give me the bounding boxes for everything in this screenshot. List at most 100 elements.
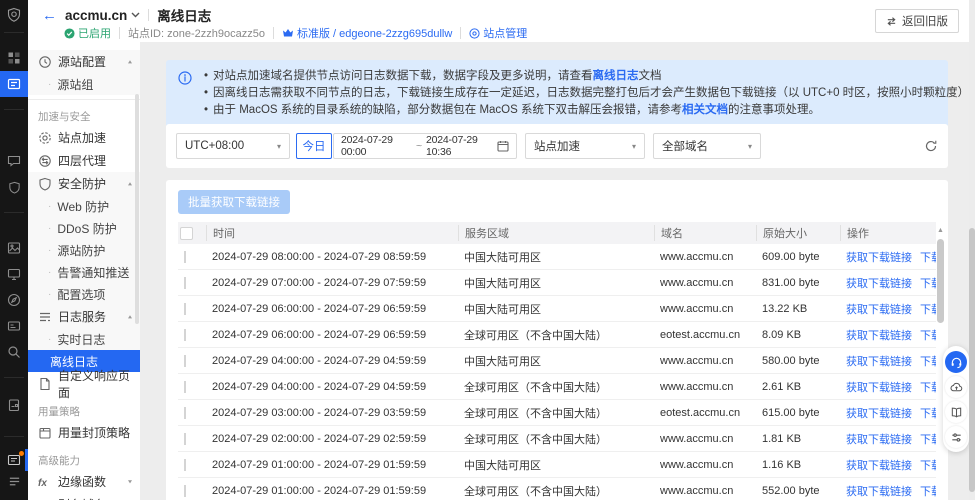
cell-region: 全球可用区（不含中国大陆） (464, 433, 607, 446)
sidebar-item[interactable]: 别名域名 (28, 493, 140, 500)
banner-doc-link[interactable]: 离线日志 (593, 70, 639, 82)
row-checkbox[interactable] (184, 302, 186, 315)
feedback-cloud-button[interactable] (945, 376, 967, 398)
site-name-label: accmu.cn (65, 7, 128, 23)
get-download-link-action[interactable]: 获取下载链接 (846, 434, 912, 446)
select-all-checkbox[interactable] (180, 226, 193, 240)
row-checkbox[interactable] (184, 276, 186, 289)
settings-circle-icon[interactable] (0, 493, 28, 500)
cell-actions: 获取下载链接下载 (840, 483, 936, 499)
sidebar-subitem[interactable]: · Web 防护 (28, 195, 140, 217)
menu-icon[interactable] (0, 468, 28, 494)
sidebar-subitem[interactable]: · 源站防护 (28, 239, 140, 261)
date-range-picker[interactable]: 2024-07-29 00:00 ~ 2024-07-29 10:36 (333, 133, 517, 159)
sidebar-subitem[interactable]: · DDoS 防护 (28, 217, 140, 239)
compass-icon[interactable] (0, 287, 28, 313)
monitor-icon[interactable] (0, 261, 28, 287)
row-checkbox[interactable] (184, 406, 186, 419)
row-checkbox[interactable] (184, 354, 186, 367)
docs-book-button[interactable] (945, 401, 967, 423)
site-manage-link[interactable]: 站点管理 (469, 25, 527, 41)
get-download-link-action[interactable]: 获取下载链接 (846, 460, 912, 472)
get-download-link-action[interactable]: 获取下载链接 (846, 408, 912, 420)
row-checkbox[interactable] (184, 484, 186, 497)
bullet-icon: · (48, 200, 52, 212)
get-download-link-action[interactable]: 获取下载链接 (846, 252, 912, 264)
get-download-link-action[interactable]: 获取下载链接 (846, 356, 912, 368)
app-grid-icon[interactable] (0, 45, 28, 71)
clipboard-icon[interactable] (0, 392, 28, 418)
row-checkbox[interactable] (184, 432, 186, 445)
sidebar-subitem[interactable]: · 配置选项 (28, 283, 140, 305)
row-checkbox[interactable] (184, 328, 186, 341)
download-action[interactable]: 下载 (920, 252, 936, 264)
get-download-link-action[interactable]: 获取下载链接 (846, 278, 912, 290)
row-checkbox[interactable] (184, 458, 186, 471)
sidebar-subitem-label: DDoS 防护 (57, 221, 117, 236)
cell-time: 2024-07-29 07:00:00 - 2024-07-29 07:59:5… (212, 276, 427, 289)
settings-sliders-button[interactable] (945, 426, 967, 448)
cell-time: 2024-07-29 06:00:00 - 2024-07-29 06:59:5… (212, 302, 427, 315)
download-action[interactable]: 下载 (920, 356, 936, 368)
get-download-link-action[interactable]: 获取下载链接 (846, 330, 912, 342)
cell-region: 全球可用区（不含中国大陆） (464, 329, 607, 342)
download-action[interactable]: 下载 (920, 304, 936, 316)
download-action[interactable]: 下载 (920, 330, 936, 342)
download-action[interactable]: 下载 (920, 486, 936, 498)
site-switcher[interactable]: accmu.cn (65, 8, 140, 23)
sidebar-item[interactable]: 自定义响应页面 (28, 369, 140, 400)
sidebar-divider (28, 99, 140, 100)
sidebar-subitem[interactable]: · 告警通知推送 (28, 261, 140, 283)
sidebar-item[interactable]: 日志服务 ▴ (28, 305, 140, 328)
back-button[interactable]: ← (42, 7, 57, 24)
page-scrollbar-thumb[interactable] (969, 228, 975, 492)
sidebar-scrollbar[interactable] (135, 94, 139, 324)
id-card-icon[interactable] (0, 313, 28, 339)
sidebar-item[interactable]: 源站配置 ▴ (28, 50, 140, 73)
domain-select[interactable]: 全部域名 ▾ (653, 133, 761, 159)
back-to-old-version-button[interactable]: 返回旧版 (875, 9, 959, 33)
logo-shield-icon[interactable] (0, 2, 28, 28)
download-action[interactable]: 下载 (920, 460, 936, 472)
get-download-link-action[interactable]: 获取下载链接 (846, 486, 912, 498)
sidebar-item[interactable]: 安全防护 ▴ (28, 172, 140, 195)
get-download-link-action[interactable]: 获取下载链接 (846, 382, 912, 394)
image-icon[interactable] (0, 235, 28, 261)
scrollbar-thumb[interactable] (937, 239, 944, 323)
batch-download-button[interactable]: 批量获取下载链接 (178, 190, 290, 214)
support-headset-button[interactable] (945, 351, 967, 373)
today-button[interactable]: 今日 (296, 133, 332, 159)
page-scrollbar[interactable] (969, 0, 975, 500)
chevron-up-icon: ▴ (127, 57, 132, 66)
plan-badge[interactable]: 标准版 / edgeone-2zzg695dullw (282, 25, 452, 41)
site-id: 站点ID: zone-2zzh9ocazz5o (128, 28, 265, 40)
download-action[interactable]: 下载 (920, 434, 936, 446)
sidebar-subitem[interactable]: · 源站组 (28, 73, 140, 95)
get-download-link-action[interactable]: 获取下载链接 (846, 304, 912, 316)
sidebar-item[interactable]: 站点加速 (28, 126, 140, 149)
download-action[interactable]: 下载 (920, 382, 936, 394)
site-card-selected-icon[interactable] (0, 71, 28, 97)
search-icon[interactable] (0, 339, 28, 365)
sidebar-item-label: 日志服务 (58, 310, 107, 324)
timezone-select[interactable]: UTC+08:00 ▾ (176, 133, 290, 159)
cell-region: 全球可用区（不含中国大陆） (464, 381, 607, 394)
shield-icon[interactable] (0, 174, 28, 200)
sidebar-item[interactable]: 四层代理 (28, 149, 140, 172)
cell-region: 全球可用区（不含中国大陆） (464, 407, 607, 420)
row-checkbox[interactable] (184, 250, 186, 263)
refresh-icon[interactable] (924, 139, 938, 153)
sidebar-item[interactable]: fx 边缘函数 ▾ (28, 470, 140, 493)
sidebar-subitem[interactable]: · 实时日志 (28, 328, 140, 350)
row-checkbox[interactable] (184, 380, 186, 393)
scroll-up-arrow[interactable]: ▲ (936, 226, 945, 236)
banner-doc-link[interactable]: 相关文档 (682, 104, 728, 116)
chat-bubble-icon[interactable] (0, 148, 28, 174)
download-action[interactable]: 下载 (920, 278, 936, 290)
scope-select[interactable]: 站点加速 ▾ (525, 133, 645, 159)
cell-domain: www.accmu.cn (660, 354, 734, 367)
sidebar-subitem-label: 源站组 (57, 77, 94, 92)
download-action[interactable]: 下载 (920, 408, 936, 420)
cell-domain: www.accmu.cn (660, 302, 734, 315)
sidebar-item[interactable]: 用量封顶策略 (28, 421, 140, 444)
